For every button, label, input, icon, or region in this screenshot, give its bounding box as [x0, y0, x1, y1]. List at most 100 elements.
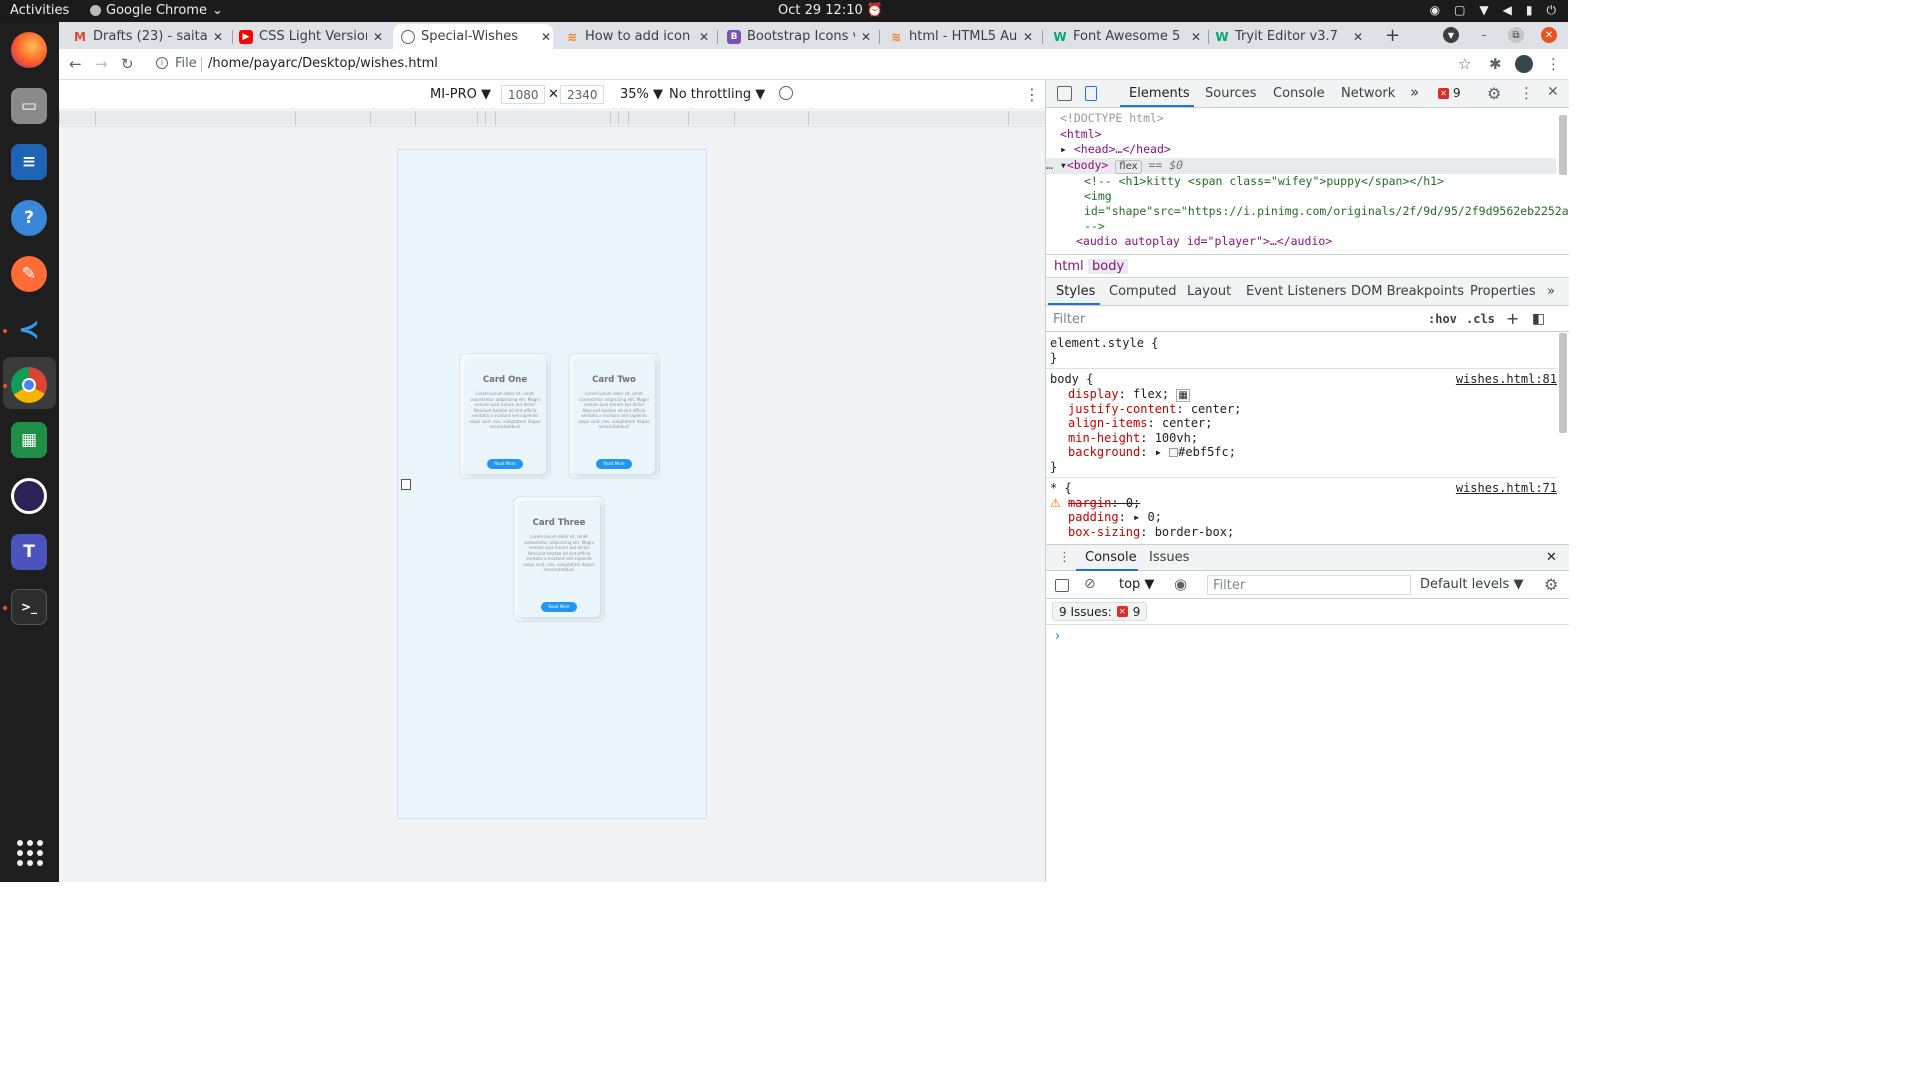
drawer-tab-issues[interactable]: Issues — [1149, 550, 1189, 565]
drawer-tab-console[interactable]: Console — [1085, 550, 1137, 565]
read-more-button[interactable]: Read More — [487, 459, 523, 469]
tab-properties[interactable]: Properties — [1470, 284, 1536, 299]
close-icon[interactable]: ✕ — [539, 30, 553, 44]
show-apps-icon[interactable] — [17, 840, 43, 866]
firefox-icon[interactable] — [11, 32, 47, 68]
ruler-segment[interactable] — [628, 111, 688, 125]
volume-icon[interactable]: ◀ — [1503, 3, 1512, 18]
close-icon[interactable]: ✕ — [211, 30, 225, 44]
ruler-segment[interactable] — [415, 111, 477, 125]
ruler-segment[interactable] — [734, 111, 808, 125]
close-icon[interactable]: ✕ — [371, 30, 385, 44]
style-property[interactable]: padding: ▸ 0; — [1068, 510, 1162, 525]
close-devtools-icon[interactable]: ✕ — [1547, 84, 1559, 100]
drawer-menu-icon[interactable]: ⋮ — [1058, 550, 1071, 565]
throttling-select[interactable]: No throttling ▼ — [669, 87, 765, 102]
property-name[interactable]: display — [1068, 387, 1119, 401]
ruler-segment[interactable] — [495, 111, 610, 125]
dom-html-node[interactable]: <html> — [1060, 127, 1102, 143]
property-name[interactable]: margin — [1068, 496, 1111, 510]
vscode-icon[interactable]: ≺ — [11, 312, 47, 348]
tab-sources[interactable]: Sources — [1205, 86, 1256, 101]
tab-styles[interactable]: Styles — [1056, 284, 1095, 299]
property-name[interactable]: box-sizing — [1068, 525, 1140, 539]
clear-console-icon[interactable]: ⊘ — [1084, 576, 1096, 592]
ruler-segment[interactable] — [808, 111, 1008, 125]
writer-icon[interactable]: ≡ — [11, 144, 47, 180]
ruler-segment[interactable] — [485, 111, 495, 125]
close-icon[interactable]: ✕ — [1021, 30, 1035, 44]
more-tabs-icon[interactable]: » — [1410, 83, 1419, 101]
body-rule-source-link[interactable]: wishes.html:81 — [1456, 372, 1557, 387]
element-style-selector[interactable]: element.style { — [1050, 336, 1158, 351]
extension-icon[interactable]: ◉ — [1430, 3, 1440, 18]
property-value[interactable]: 0; — [1148, 510, 1162, 524]
tab-network[interactable]: Network — [1341, 86, 1395, 101]
tab-special-wishes[interactable]: Special-Wishes ✕ — [393, 24, 553, 49]
tab-search-icon[interactable]: ▼ — [1443, 27, 1459, 43]
property-name[interactable]: min-height — [1068, 431, 1140, 445]
dom-comment-line[interactable]: <!-- <h1>kitty <span class="wifey">puppy… — [1084, 174, 1444, 190]
postman-icon[interactable]: ✎ — [11, 256, 47, 292]
tab-html5-audio[interactable]: ≋ html - HTML5 Audio ✕ — [889, 24, 1035, 49]
property-value[interactable]: center; — [1191, 402, 1242, 416]
live-expression-eye-icon[interactable]: ◉ — [1174, 575, 1187, 593]
style-property-overridden[interactable]: ⚠ margin: 0; — [1050, 496, 1140, 511]
ruler-segment[interactable] — [618, 111, 628, 125]
property-value[interactable]: 100vh; — [1155, 431, 1198, 445]
device-toggle-icon[interactable] — [1085, 86, 1097, 101]
extensions-icon[interactable]: ✱ — [1489, 55, 1502, 73]
device-toolbar-menu-icon[interactable]: ⋮ — [1024, 85, 1040, 104]
error-count-badge[interactable]: ✕ 9 — [1438, 86, 1461, 100]
close-icon[interactable]: ✕ — [1351, 30, 1365, 44]
files-icon[interactable]: ▭ — [11, 88, 47, 124]
tab-console[interactable]: Console — [1273, 86, 1325, 101]
tab-font-awesome[interactable]: W Font Awesome 5 Mu ✕ — [1053, 24, 1203, 49]
reload-icon[interactable]: ↻ — [121, 55, 134, 73]
bookmark-star-icon[interactable]: ☆ — [1458, 55, 1471, 73]
media-query-ruler[interactable] — [59, 108, 1045, 127]
close-icon[interactable]: ✕ — [697, 30, 711, 44]
chrome-dock-icon[interactable] — [11, 367, 47, 403]
tab-tryit-editor[interactable]: W Tryit Editor v3.7 ✕ — [1215, 24, 1365, 49]
property-name[interactable]: padding — [1068, 510, 1119, 524]
ellipsis-icon[interactable]: … — [1046, 158, 1053, 172]
read-more-button[interactable]: Read More — [596, 459, 632, 469]
close-icon[interactable]: ✕ — [859, 30, 873, 44]
back-icon[interactable]: ← — [69, 55, 82, 73]
terminal-icon[interactable]: >_ — [11, 589, 47, 625]
flex-badge[interactable]: flex — [1115, 160, 1142, 174]
tab-drafts[interactable]: M Drafts (23) - saitarun ✕ — [73, 24, 225, 49]
address-input[interactable]: /home/payarc/Desktop/wishes.html — [208, 56, 438, 71]
styles-filter-input[interactable]: Filter — [1053, 312, 1085, 327]
property-value[interactable]: 0; — [1126, 496, 1140, 510]
app-menu[interactable]: Google Chrome ⌄ — [90, 3, 223, 18]
console-prompt[interactable]: › — [1055, 629, 1060, 644]
dom-comment-line[interactable]: <img — [1084, 189, 1112, 205]
more-panes-icon[interactable]: » — [1547, 284, 1555, 299]
device-width-input[interactable]: 1080 — [501, 85, 545, 104]
style-property[interactable]: box-sizing: border-box; — [1068, 525, 1234, 540]
inspect-element-icon[interactable] — [1057, 86, 1072, 101]
tab-css-light-version[interactable]: ▶ CSS Light Version Ne ✕ — [239, 24, 385, 49]
teams-icon[interactable]: T — [11, 534, 47, 570]
tab-event-listeners[interactable]: Event Listeners — [1246, 284, 1346, 299]
toggle-sidebar-icon[interactable]: ◧ — [1532, 311, 1545, 327]
console-sidebar-icon[interactable] — [1055, 579, 1069, 592]
ruler-segment[interactable] — [1008, 111, 1045, 125]
new-style-rule-icon[interactable]: + — [1506, 309, 1519, 328]
help-icon[interactable]: ? — [11, 200, 47, 236]
restore-icon[interactable]: ⧉ — [1508, 27, 1524, 43]
style-property[interactable]: min-height: 100vh; — [1068, 431, 1198, 446]
property-name[interactable]: background — [1068, 445, 1140, 459]
tab-how-to-add-icon[interactable]: ≋ How to add icon in t ✕ — [565, 24, 711, 49]
body-rule-selector[interactable]: body { — [1050, 372, 1093, 387]
chrome-menu-icon[interactable]: ⋮ — [1546, 55, 1561, 73]
breadcrumb-body[interactable]: body — [1088, 259, 1129, 274]
zoom-select[interactable]: 35% ▼ — [620, 87, 663, 102]
ruler-segment[interactable] — [370, 111, 415, 125]
device-select[interactable]: MI-PRO ▼ — [430, 87, 491, 102]
dom-body-node[interactable]: … ▾<body> flex == $0 — [1046, 158, 1556, 174]
system-tray[interactable]: ◉ ▢ ▼ ◀ ▮ ⏻ — [1430, 3, 1556, 18]
forward-icon[interactable]: → — [95, 55, 108, 73]
